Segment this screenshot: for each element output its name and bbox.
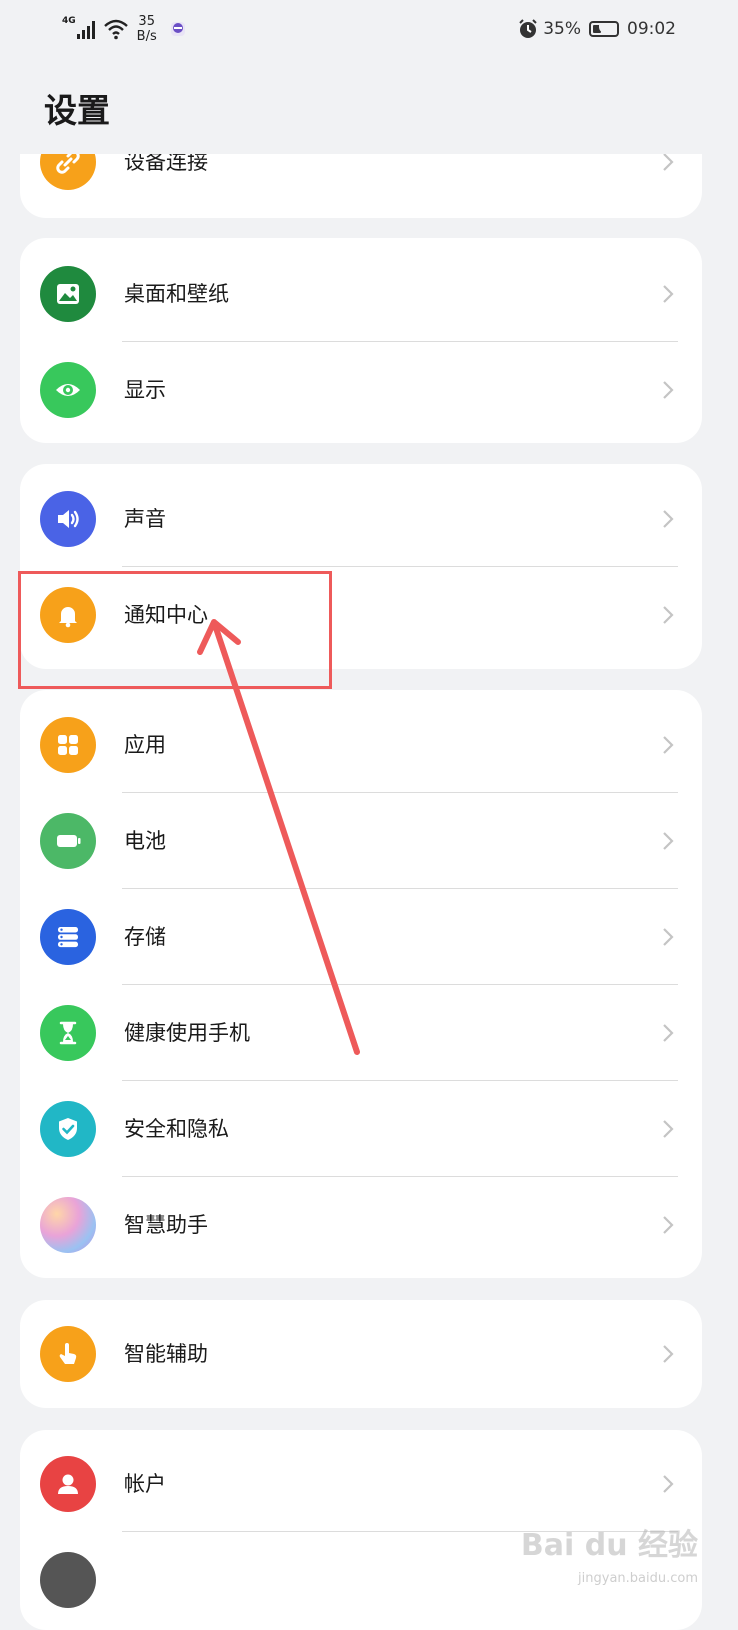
battery-icon xyxy=(589,21,619,37)
battery-icon xyxy=(40,813,96,869)
item-label: 健康使用手机 xyxy=(124,1021,250,1045)
eye-icon xyxy=(40,362,96,418)
item-label: 安全和隐私 xyxy=(124,1117,229,1141)
user-icon xyxy=(40,1456,96,1512)
item-label: 智能辅助 xyxy=(124,1342,208,1366)
speed-value: 35 xyxy=(138,14,155,29)
status-bar: 4G 35 B/s 35% 09:02 xyxy=(0,0,738,60)
network-speed: 35 B/s xyxy=(137,14,157,44)
assistant-orb-icon xyxy=(40,1197,96,1253)
chevron-right-icon xyxy=(663,1120,674,1138)
item-label: 帐户 xyxy=(124,1472,166,1496)
highlight-box xyxy=(18,571,332,689)
settings-group-display: 桌面和壁纸 显示 xyxy=(20,238,702,443)
settings-item-display[interactable]: 显示 xyxy=(20,342,702,438)
chevron-right-icon xyxy=(663,1024,674,1042)
picture-icon xyxy=(40,266,96,322)
chevron-right-icon xyxy=(663,1475,674,1493)
chevron-right-icon xyxy=(663,606,674,624)
clock: 09:02 xyxy=(627,19,676,39)
settings-item-digital-balance[interactable]: 健康使用手机 xyxy=(20,985,702,1081)
page-title-overlay: 设置 xyxy=(44,91,110,130)
chevron-right-icon xyxy=(663,928,674,946)
settings-item-apps[interactable]: 应用 xyxy=(20,697,702,793)
chevron-right-icon xyxy=(663,285,674,303)
chevron-right-icon xyxy=(663,510,674,528)
status-left: 4G 35 B/s xyxy=(62,14,187,44)
alarm-icon xyxy=(519,19,537,38)
chevron-right-icon xyxy=(663,736,674,754)
header-mask xyxy=(0,60,738,154)
network-type: 4G xyxy=(62,16,76,26)
chevron-right-icon xyxy=(663,832,674,850)
battery-percent: 35% xyxy=(543,19,581,39)
settings-item-wallpaper[interactable]: 桌面和壁纸 xyxy=(20,246,702,342)
touch-hand-icon xyxy=(40,1326,96,1382)
settings-item-account[interactable]: 帐户 xyxy=(20,1436,702,1532)
settings-group-system: 应用 电池 存储 健康使用手机 安全和隐私 智慧助手 xyxy=(20,690,702,1278)
watermark-url: jingyan.baidu.com xyxy=(578,1571,698,1586)
item-label: 电池 xyxy=(124,829,166,853)
item-label: 智慧助手 xyxy=(124,1213,208,1237)
hourglass-icon xyxy=(40,1005,96,1061)
item-label: 存储 xyxy=(124,925,166,949)
settings-item-sound[interactable]: 声音 xyxy=(20,471,702,567)
chevron-right-icon xyxy=(663,1345,674,1363)
shield-check-icon xyxy=(40,1101,96,1157)
item-label: 桌面和壁纸 xyxy=(124,282,229,306)
storage-icon xyxy=(40,909,96,965)
item-label: 应用 xyxy=(124,733,166,757)
chevron-right-icon xyxy=(663,1216,674,1234)
speed-unit: B/s xyxy=(136,29,157,44)
speaker-icon xyxy=(40,491,96,547)
wifi-icon xyxy=(103,19,128,40)
app-notification-icon xyxy=(170,22,185,36)
item-label: 显示 xyxy=(124,378,166,402)
item-label: 声音 xyxy=(124,507,166,531)
settings-item-storage[interactable]: 存储 xyxy=(20,889,702,985)
settings-item-accessibility[interactable]: 智能辅助 xyxy=(20,1306,702,1402)
apps-grid-icon xyxy=(40,717,96,773)
chevron-right-icon xyxy=(663,381,674,399)
settings-item-smart-assistant[interactable]: 智慧助手 xyxy=(20,1177,702,1273)
settings-group-accessibility: 智能辅助 xyxy=(20,1300,702,1408)
settings-item-security-privacy[interactable]: 安全和隐私 xyxy=(20,1081,702,1177)
status-right: 35% 09:02 xyxy=(517,18,676,40)
settings-item-battery[interactable]: 电池 xyxy=(20,793,702,889)
signal-icon xyxy=(76,19,95,39)
watermark-logo: Bai du 经验 xyxy=(520,1528,698,1563)
